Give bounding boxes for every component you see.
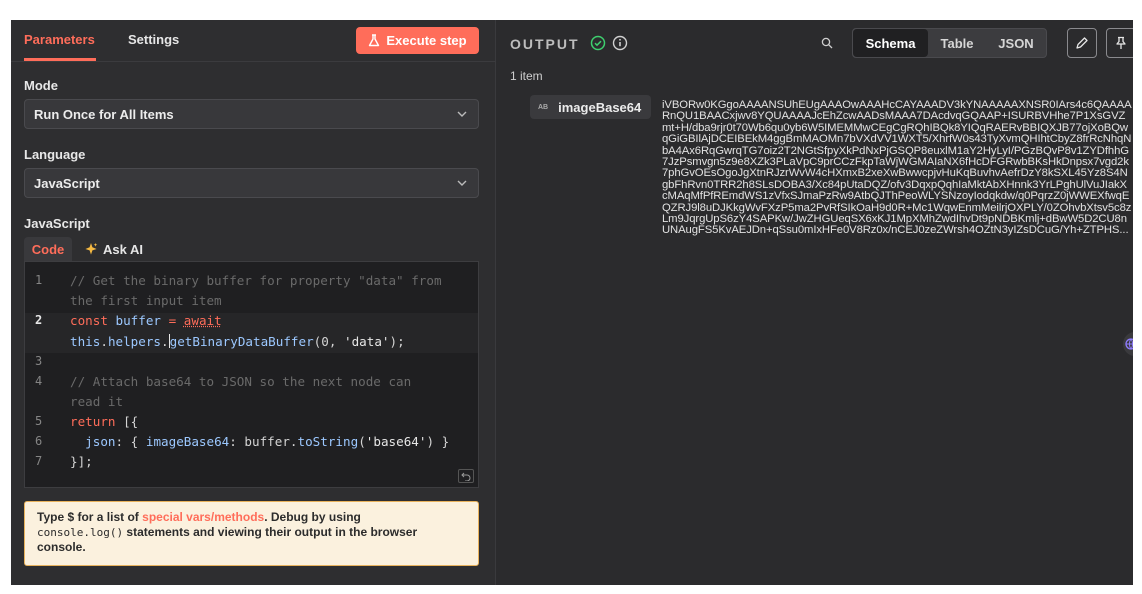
code-editor[interactable]: 1 // Get the binary buffer for property … xyxy=(24,261,479,488)
hint-text: Type $ for a list of xyxy=(37,510,143,524)
tab-ask-ai[interactable]: Ask AI xyxy=(76,237,174,261)
code-comment: // Attach base64 to JSON so the next nod… xyxy=(70,374,412,389)
line-number: 5 xyxy=(35,414,43,428)
code-line-2: const buffer = await xyxy=(70,313,222,328)
check-circle-icon xyxy=(590,35,606,51)
output-status-icons xyxy=(590,35,628,51)
code-line-5: return [{ xyxy=(70,414,139,429)
active-tab-indicator xyxy=(24,58,96,61)
line-number: 1 xyxy=(35,273,43,287)
mode-select[interactable]: Run Once for All Items xyxy=(24,99,479,129)
parameters-panel: Parameters Settings Execute step Mode Ru… xyxy=(11,20,496,585)
app-window: Parameters Settings Execute step Mode Ru… xyxy=(11,20,1133,585)
edit-output-button[interactable] xyxy=(1067,28,1097,58)
item-count: 1 item xyxy=(510,69,543,83)
view-json-button[interactable]: JSON xyxy=(986,29,1046,57)
globe-icon[interactable] xyxy=(1123,332,1133,356)
hint-text: . Debug by using xyxy=(264,510,361,524)
execute-step-button[interactable]: Execute step xyxy=(356,27,479,54)
code-line-7: }]; xyxy=(70,454,93,469)
line-number: 2 xyxy=(35,313,43,327)
schema-field-key[interactable]: AB imageBase64 xyxy=(530,95,651,119)
view-table-button[interactable]: Table xyxy=(928,29,986,57)
language-label: Language xyxy=(24,147,86,162)
sparkle-icon xyxy=(85,243,98,255)
view-schema-button[interactable]: Schema xyxy=(853,29,928,57)
pin-icon xyxy=(1116,36,1126,49)
mode-label: Mode xyxy=(24,78,58,93)
code-line-6: json: { imageBase64: buffer.toString('ba… xyxy=(85,434,450,449)
language-select[interactable]: JavaScript xyxy=(24,168,479,198)
flask-icon xyxy=(369,34,380,47)
field-value: iVBORw0KGgoAAAANSUhEUgAAAOwAAAHcCAYAAADV… xyxy=(662,99,1132,237)
line-number: 4 xyxy=(35,374,43,388)
tab-parameters[interactable]: Parameters xyxy=(24,32,95,47)
line-number: 7 xyxy=(35,454,43,468)
field-key-name: imageBase64 xyxy=(558,99,642,115)
view-switcher: Schema Table JSON xyxy=(852,28,1047,58)
chevron-down-icon xyxy=(457,180,467,186)
code-comment: // Get the binary buffer for property "d… xyxy=(70,273,442,288)
javascript-label: JavaScript xyxy=(24,216,90,231)
chevron-down-icon xyxy=(457,111,467,117)
format-code-icon[interactable] xyxy=(458,469,474,483)
pin-output-button[interactable] xyxy=(1106,28,1133,58)
language-value: JavaScript xyxy=(34,175,100,191)
line-number: 3 xyxy=(35,354,43,368)
info-icon[interactable] xyxy=(612,35,628,51)
code-comment: read it xyxy=(70,394,124,409)
tab-code[interactable]: Code xyxy=(24,237,72,261)
tab-ask-ai-label: Ask AI xyxy=(103,241,143,257)
code-line-2-wrap: this.helpers.getBinaryDataBuffer(0, 'dat… xyxy=(70,334,405,349)
output-title: OUTPUT xyxy=(510,36,580,52)
code-comment: the first input item xyxy=(70,293,222,308)
tab-code-label: Code xyxy=(31,241,65,257)
panel-tabs: Parameters Settings Execute step xyxy=(11,20,496,62)
output-panel: OUTPUT Schema Table JSON 1 item AB image… xyxy=(497,20,1133,585)
special-vars-link[interactable]: special vars/methods xyxy=(142,510,264,524)
hint-code: console.log() xyxy=(37,526,124,539)
search-icon[interactable] xyxy=(821,37,833,49)
mode-value: Run Once for All Items xyxy=(34,106,174,122)
tab-settings[interactable]: Settings xyxy=(128,32,179,47)
line-number: 6 xyxy=(35,434,43,448)
editor-hint-callout: Type $ for a list of special vars/method… xyxy=(24,501,479,566)
execute-step-label: Execute step xyxy=(386,33,467,48)
pencil-icon xyxy=(1076,37,1088,49)
string-type-badge: AB xyxy=(538,103,549,111)
